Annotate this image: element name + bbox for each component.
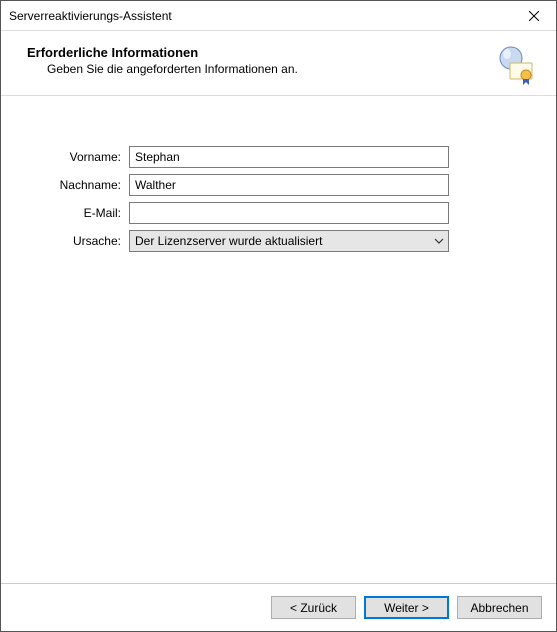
close-icon <box>529 11 539 21</box>
header-text: Erforderliche Informationen Geben Sie di… <box>27 45 488 76</box>
select-ursache[interactable]: Der Lizenzserver wurde aktualisiert <box>129 230 449 252</box>
next-button[interactable]: Weiter > <box>364 596 449 619</box>
label-email: E-Mail: <box>41 206 129 220</box>
footer: < Zurück Weiter > Abbrechen <box>1 583 556 631</box>
select-ursache-value: Der Lizenzserver wurde aktualisiert <box>135 234 322 248</box>
wizard-window: Serverreaktivierungs-Assistent Erforderl… <box>0 0 557 632</box>
input-nachname[interactable] <box>129 174 449 196</box>
header-title: Erforderliche Informationen <box>27 45 488 60</box>
label-vorname: Vorname: <box>41 150 129 164</box>
chevron-down-icon <box>434 236 444 246</box>
cancel-button[interactable]: Abbrechen <box>457 596 542 619</box>
label-nachname: Nachname: <box>41 178 129 192</box>
certificate-icon <box>496 45 536 85</box>
back-button[interactable]: < Zurück <box>271 596 356 619</box>
titlebar: Serverreaktivierungs-Assistent <box>1 1 556 31</box>
form-content: Vorname: Nachname: E-Mail: Ursache: Der … <box>1 96 556 583</box>
row-nachname: Nachname: <box>41 174 516 196</box>
header-section: Erforderliche Informationen Geben Sie di… <box>1 31 556 96</box>
row-vorname: Vorname: <box>41 146 516 168</box>
close-button[interactable] <box>511 1 556 30</box>
input-email[interactable] <box>129 202 449 224</box>
label-ursache: Ursache: <box>41 234 129 248</box>
input-vorname[interactable] <box>129 146 449 168</box>
window-title: Serverreaktivierungs-Assistent <box>9 9 172 23</box>
row-ursache: Ursache: Der Lizenzserver wurde aktualis… <box>41 230 516 252</box>
row-email: E-Mail: <box>41 202 516 224</box>
header-subtitle: Geben Sie die angeforderten Informatione… <box>47 62 488 76</box>
